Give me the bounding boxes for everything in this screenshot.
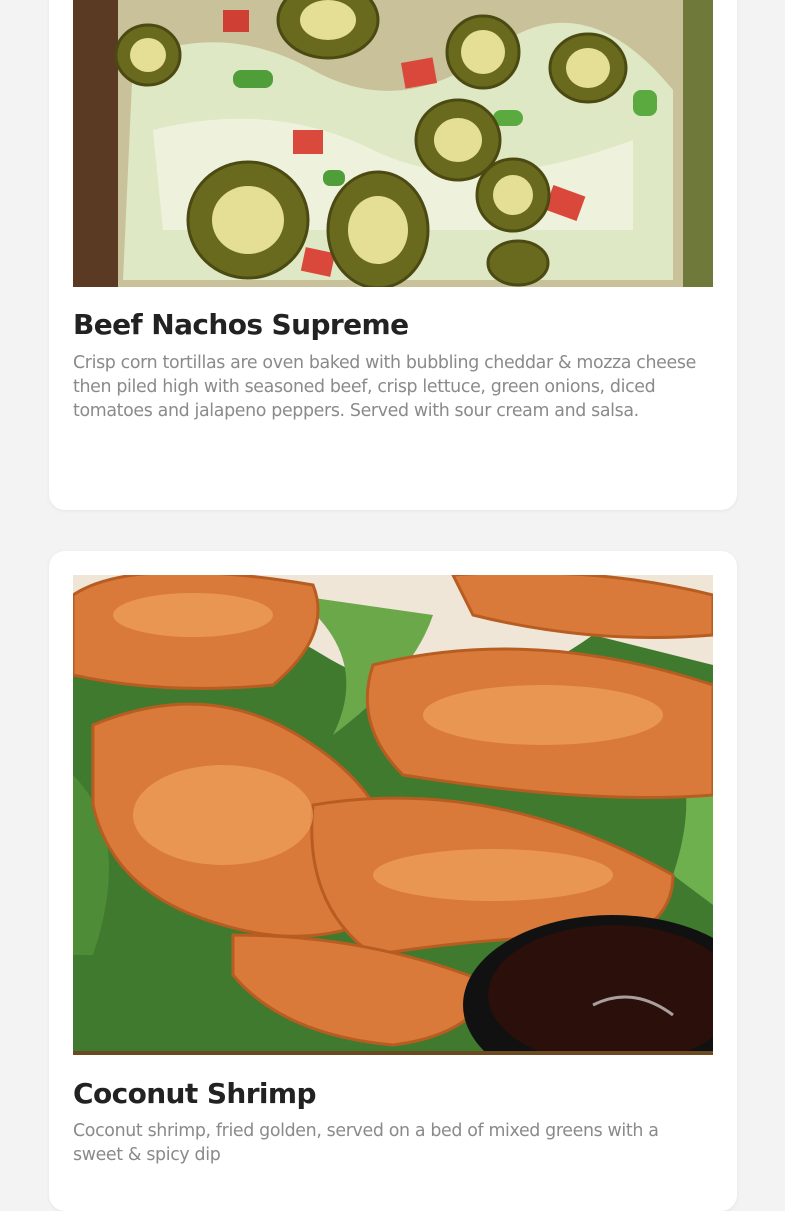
menu-item-title: Coconut Shrimp (73, 1077, 317, 1110)
nachos-photo[interactable] (73, 0, 713, 287)
coconut-shrimp-photo[interactable] (73, 575, 713, 1055)
menu-item-card[interactable]: Coconut Shrimp Coconut shrimp, fried gol… (49, 551, 737, 1211)
menu-item-card[interactable]: Beef Nachos Supreme Crisp corn tortillas… (49, 0, 737, 510)
menu-item-description: Crisp corn tortillas are oven baked with… (73, 353, 696, 421)
menu-item-description: Coconut shrimp, fried golden, served on … (73, 1121, 659, 1165)
menu-item-title: Beef Nachos Supreme (73, 308, 409, 341)
